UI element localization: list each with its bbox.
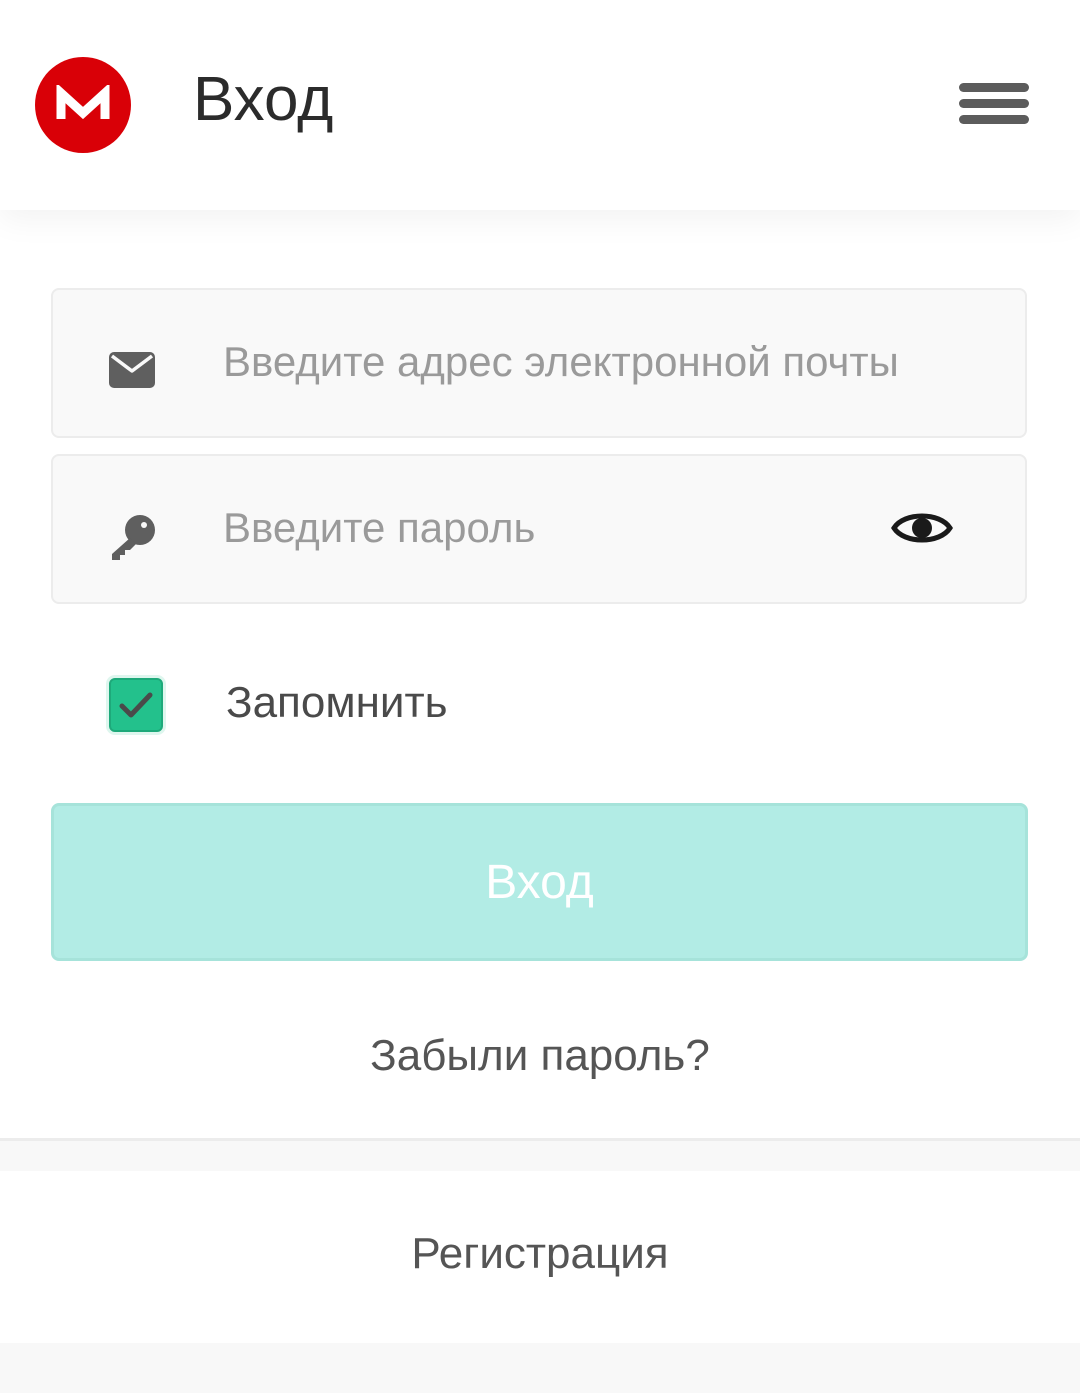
email-placeholder: Введите адрес электронной почты (223, 338, 899, 385)
page-title: Вход (193, 65, 334, 134)
gray-band (0, 1343, 1080, 1393)
password-field[interactable]: Введите пароль (51, 454, 1027, 604)
login-button[interactable]: Вход (51, 803, 1028, 961)
register-link[interactable]: Регистрация (0, 1226, 1080, 1282)
email-field[interactable]: Введите адрес электронной почты (51, 288, 1027, 438)
password-placeholder: Введите пароль (223, 504, 536, 551)
hamburger-menu-icon[interactable] (957, 80, 1031, 134)
forgot-password-link[interactable]: Забыли пароль? (0, 1028, 1080, 1084)
mega-logo-icon (56, 85, 110, 120)
eye-icon[interactable] (891, 506, 953, 555)
envelope-icon (109, 350, 155, 395)
remember-checkbox[interactable] (109, 678, 163, 732)
app-header: Вход (0, 0, 1080, 210)
checkmark-icon (119, 692, 153, 718)
mega-logo[interactable] (35, 57, 131, 153)
key-icon (109, 514, 157, 567)
remember-label[interactable]: Запомнить (226, 676, 448, 730)
gray-band (0, 1141, 1080, 1171)
